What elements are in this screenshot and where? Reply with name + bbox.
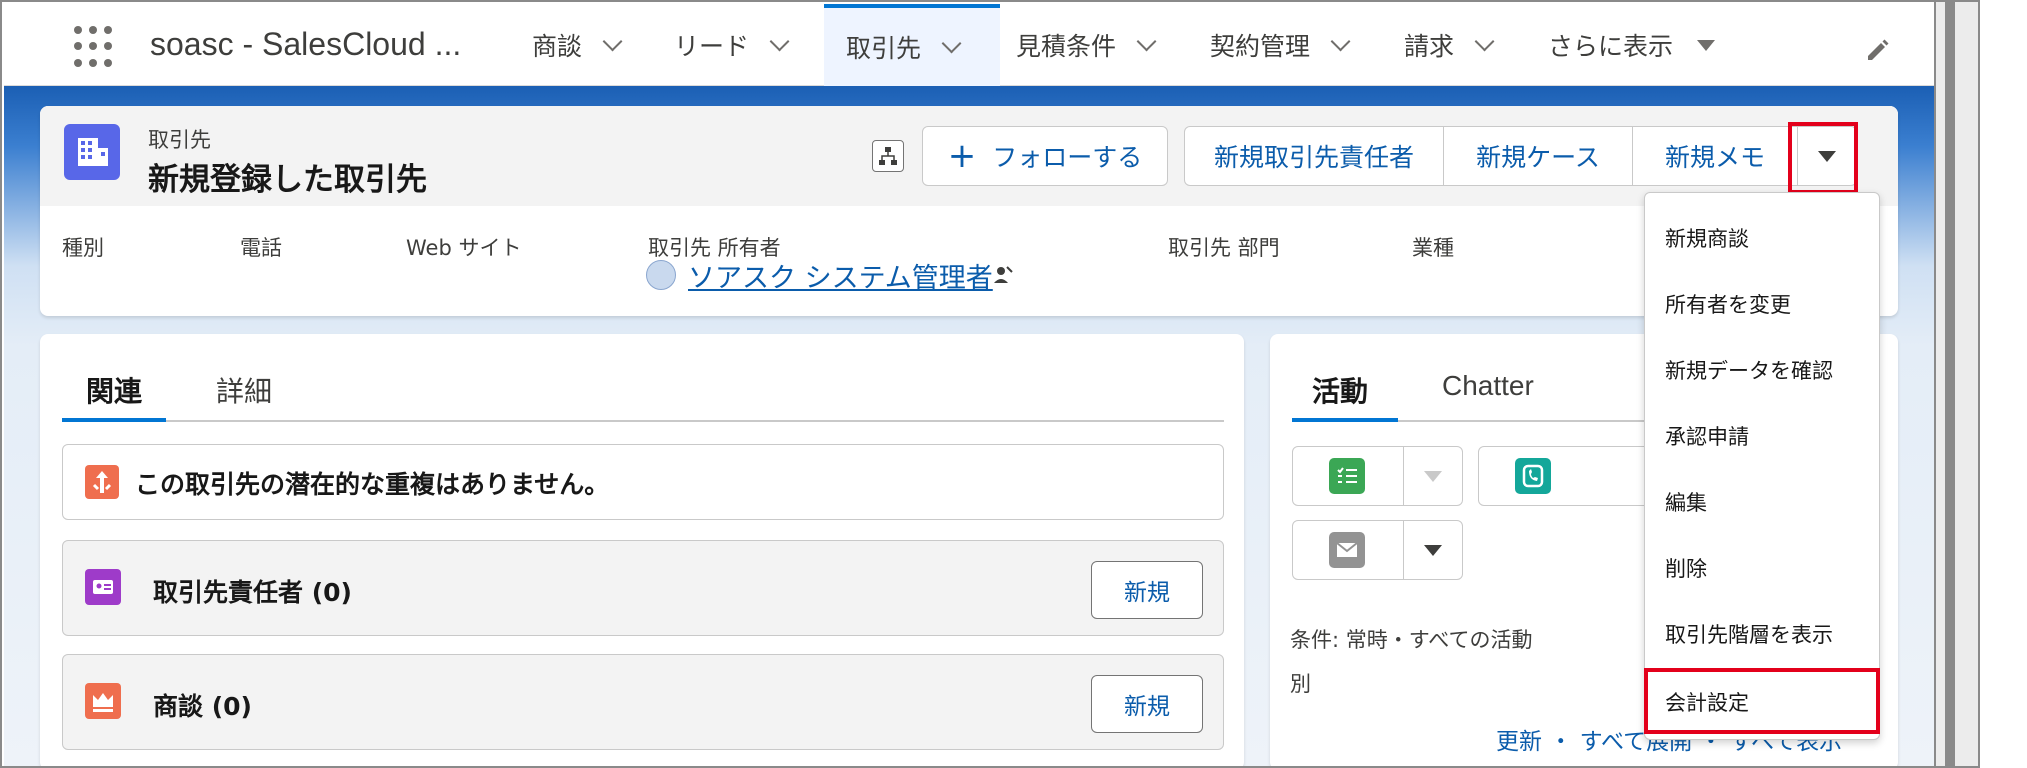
app-name: soasc - SalesCloud ... [150, 26, 462, 62]
tab-activity[interactable]: 活動 [1312, 370, 1368, 410]
new-note-button[interactable]: 新規メモ [1632, 126, 1798, 186]
menu-item-new-opportunity[interactable]: 新規商談 [1645, 213, 1879, 263]
phone-icon [1515, 458, 1551, 494]
new-task-button[interactable] [1292, 446, 1404, 506]
menu-item-check-new-data[interactable]: 新規データを確認 [1645, 345, 1879, 395]
menu-item-submit-approval[interactable]: 承認申請 [1645, 411, 1879, 461]
more-actions-menu: 新規商談 所有者を変更 新規データを確認 承認申請 編集 削除 取引先階層を表示… [1644, 192, 1880, 740]
related-list-opportunities: 商談 (0) 新規 [62, 654, 1224, 750]
chevron-down-icon[interactable] [1474, 31, 1495, 52]
related-panel: 関連 詳細 この取引先の潜在的な重複はありません。 取引先責任者 (0) 新規 … [40, 334, 1244, 766]
nav-tab-accounts[interactable]: 取引先 [824, 4, 1000, 86]
nav-tab-label: リード [674, 32, 750, 61]
related-list-title[interactable]: 商談 (0) [153, 687, 252, 723]
activity-filter-text: 条件: 常時・すべての活動 [1290, 628, 1533, 652]
follow-button[interactable]: + フォローする [922, 126, 1168, 186]
view-hierarchy-button[interactable] [872, 140, 904, 172]
field-label-type: 種別 [62, 236, 104, 260]
highlight-box-accounting-settings [1644, 668, 1880, 734]
menu-item-edit[interactable]: 編集 [1645, 477, 1879, 527]
field-label-division: 取引先 部門 [1168, 236, 1280, 260]
scrollbar-thumb[interactable] [1945, 2, 1955, 766]
nav-more[interactable]: さらに表示 [1548, 4, 1716, 86]
change-owner-icon[interactable] [992, 264, 1014, 286]
nav-tab-leads[interactable]: リード [674, 4, 790, 86]
nav-tab-contracts[interactable]: 契約管理 [1210, 4, 1351, 86]
new-note-label: 新規メモ [1664, 143, 1765, 172]
new-contact-label: 新規取引先責任者 [1213, 143, 1414, 172]
chevron-down-icon[interactable] [769, 31, 790, 52]
field-label-website: Web サイト [406, 236, 522, 260]
tab-related[interactable]: 関連 [86, 370, 142, 410]
hierarchy-icon [879, 147, 897, 165]
related-list-contacts: 取引先責任者 (0) 新規 [62, 540, 1224, 636]
email-icon [1329, 532, 1365, 568]
scrollbar[interactable] [1934, 2, 1978, 766]
chevron-down-icon[interactable] [1136, 31, 1157, 52]
plus-icon: + [947, 136, 977, 176]
task-icon [1329, 458, 1365, 494]
record-header: 取引先 新規登録した取引先 + フォローする 新規取引先責任者 新規ケース 新規… [40, 106, 1898, 316]
nav-tab-label: 契約管理 [1210, 32, 1311, 61]
menu-item-view-hierarchy[interactable]: 取引先階層を表示 [1645, 609, 1879, 659]
highlight-box-more-actions [1788, 122, 1858, 194]
chevron-down-icon[interactable] [941, 33, 962, 54]
duplicate-message: この取引先の潜在的な重複はありません。 [135, 470, 610, 499]
nav-tab-quotes[interactable]: 見積条件 [1016, 4, 1157, 86]
new-case-label: 新規ケース [1476, 143, 1600, 172]
task-options-button[interactable] [1403, 446, 1463, 506]
caret-down-icon[interactable] [1697, 39, 1716, 51]
nav-tab-label: さらに表示 [1548, 32, 1674, 61]
activity-filter-text-wrap: 別 [1290, 672, 1311, 696]
avatar [646, 260, 676, 290]
active-tab-indicator [62, 418, 166, 422]
page-margin [1980, 0, 2027, 768]
active-tab-indicator [1292, 418, 1398, 422]
chevron-down-icon[interactable] [602, 31, 623, 52]
nav-tab-opportunities[interactable]: 商談 [532, 4, 623, 86]
new-contact-related-button[interactable]: 新規 [1091, 561, 1203, 619]
opportunity-crown-icon [85, 683, 121, 719]
new-case-button[interactable]: 新規ケース [1443, 126, 1633, 186]
object-label: 取引先 [148, 128, 211, 152]
pencil-icon[interactable] [1864, 36, 1890, 62]
duplicate-icon [85, 465, 119, 499]
caret-down-icon [1424, 471, 1442, 482]
nav-tab-label: 見積条件 [1016, 32, 1117, 61]
app-window: soasc - SalesCloud ... 商談 リード 取引先 見積条件 契… [0, 0, 1980, 768]
new-contact-button[interactable]: 新規取引先責任者 [1184, 126, 1444, 186]
follow-label: フォローする [992, 143, 1143, 172]
global-nav: soasc - SalesCloud ... 商談 リード 取引先 見積条件 契… [4, 4, 1934, 86]
field-label-phone: 電話 [240, 236, 282, 260]
chevron-down-icon[interactable] [1330, 31, 1351, 52]
tab-chatter[interactable]: Chatter [1442, 370, 1534, 402]
related-list-title[interactable]: 取引先責任者 (0) [153, 573, 352, 609]
duplicate-check-card: この取引先の潜在的な重複はありません。 [62, 444, 1224, 520]
nav-tab-label: 請求 [1404, 32, 1455, 61]
field-label-industry: 業種 [1412, 236, 1454, 260]
contact-icon [85, 569, 121, 605]
menu-item-change-owner[interactable]: 所有者を変更 [1645, 279, 1879, 329]
nav-tab-label: 商談 [532, 32, 583, 61]
menu-item-delete[interactable]: 削除 [1645, 543, 1879, 593]
caret-down-icon [1424, 545, 1442, 556]
tab-details[interactable]: 詳細 [216, 370, 272, 410]
send-email-button[interactable] [1292, 520, 1404, 580]
owner-link[interactable]: ソアスク システム管理者 [688, 256, 993, 295]
email-options-button[interactable] [1403, 520, 1463, 580]
new-opportunity-related-button[interactable]: 新規 [1091, 675, 1203, 733]
account-object-icon [64, 124, 120, 180]
record-title: 新規登録した取引先 [148, 162, 427, 198]
nav-tab-billing[interactable]: 請求 [1404, 4, 1495, 86]
tab-divider [62, 420, 1224, 422]
app-launcher-icon[interactable] [74, 26, 116, 68]
nav-tab-label: 取引先 [846, 34, 922, 63]
